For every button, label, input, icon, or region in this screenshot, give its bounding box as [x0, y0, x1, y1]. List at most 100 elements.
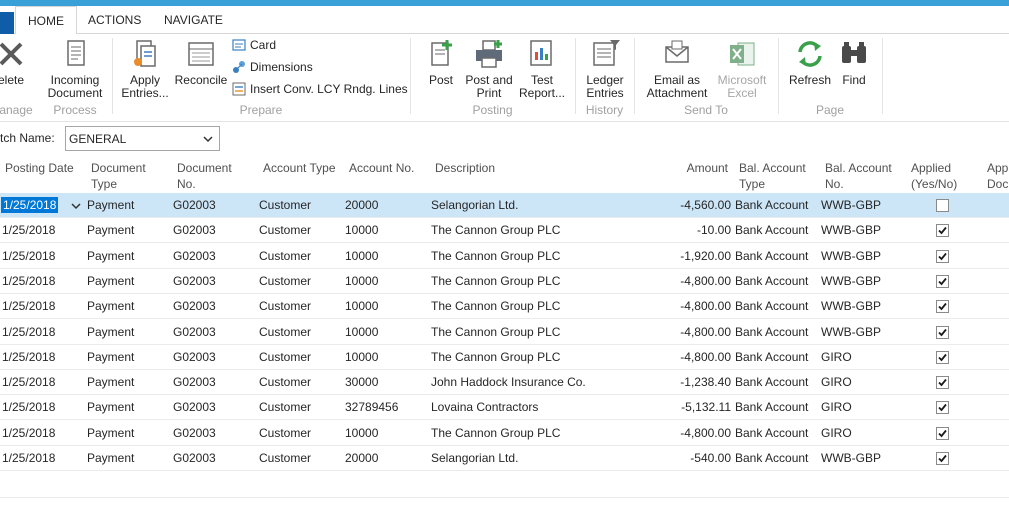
cell-account-type[interactable]: Customer [259, 426, 311, 440]
cell-bal-account-no[interactable]: WWB-GBP [821, 223, 881, 237]
cell-bal-account-type[interactable]: Bank Account [735, 325, 808, 339]
cell-bal-account-type[interactable]: Bank Account [735, 274, 808, 288]
column-header-bal-account-type[interactable]: Bal. Account Type [739, 160, 806, 192]
cell-document-no[interactable]: G02003 [173, 198, 216, 212]
cell-account-no[interactable]: 10000 [345, 350, 378, 364]
cell-amount[interactable]: -4,800.00 [630, 299, 731, 313]
cell-amount[interactable]: -1,920.00 [630, 249, 731, 263]
cell-amount[interactable]: -4,800.00 [630, 274, 731, 288]
cell-amount[interactable]: -4,800.00 [630, 426, 731, 440]
cell-bal-account-type[interactable]: Bank Account [735, 223, 808, 237]
cell-bal-account-no[interactable]: WWB-GBP [821, 198, 881, 212]
cell-document-no[interactable]: G02003 [173, 249, 216, 263]
table-row[interactable]: 1/25/2018 Payment G02003 Customer 10000 The C… [0, 294, 1009, 320]
applied-checkbox[interactable] [936, 452, 949, 465]
cell-account-type[interactable]: Customer [259, 198, 311, 212]
column-header-applied[interactable]: Applied (Yes/No) [911, 160, 957, 192]
tab-navigate[interactable]: NAVIGATE [152, 6, 235, 34]
table-row[interactable]: 1/25/2018 Payment G02003 Customer 10000 The C… [0, 320, 1009, 345]
cell-account-type[interactable]: Customer [259, 325, 311, 339]
cell-amount[interactable]: -4,560.00 [630, 198, 731, 212]
cell-document-no[interactable]: G02003 [173, 299, 216, 313]
cell-posting-date[interactable]: 1/25/2018 [2, 325, 55, 339]
cell-document-type[interactable]: Payment [87, 426, 134, 440]
cell-account-type[interactable]: Customer [259, 451, 311, 465]
cell-bal-account-no[interactable]: WWB-GBP [821, 274, 881, 288]
cell-bal-account-no[interactable]: GIRO [821, 375, 852, 389]
table-row[interactable]: 1/25/2018 Payment G02003 Customer 20000 Selan… [0, 446, 1009, 471]
cell-description[interactable]: Lovaina Contractors [431, 400, 538, 414]
cell-account-type[interactable]: Customer [259, 223, 311, 237]
cell-bal-account-no[interactable]: WWB-GBP [821, 299, 881, 313]
table-row[interactable]: 1/25/2018 Payment G02003 Customer 10000 The C… [0, 218, 1009, 244]
ledger-entries-button[interactable]: Ledger Entries [582, 38, 628, 100]
cell-document-type[interactable]: Payment [87, 451, 134, 465]
table-row[interactable]: 1/25/2018 Payment G02003 Customer 10000 The C… [0, 421, 1009, 446]
cell-bal-account-type[interactable]: Bank Account [735, 426, 808, 440]
cell-posting-date[interactable]: 1/25/2018 [2, 274, 55, 288]
cell-description[interactable]: The Cannon Group PLC [431, 223, 560, 237]
cell-document-no[interactable]: G02003 [173, 375, 216, 389]
column-header-document-type[interactable]: Document Type [91, 160, 146, 192]
column-header-document-no[interactable]: Document No. [177, 160, 232, 192]
reconcile-button[interactable]: Reconcile [173, 38, 229, 87]
cell-account-type[interactable]: Customer [259, 274, 311, 288]
cell-document-type[interactable]: Payment [87, 350, 134, 364]
cell-posting-date[interactable]: 1/25/2018 [2, 223, 55, 237]
test-report-button[interactable]: Test Report... [518, 38, 566, 100]
cell-amount[interactable]: -10.00 [630, 223, 731, 237]
post-button[interactable]: Post [423, 38, 459, 87]
cell-posting-date[interactable]: 1/25/2018 [2, 451, 55, 465]
cell-amount[interactable]: -5,132.11 [630, 400, 731, 414]
cell-posting-date[interactable]: 1/25/2018 [2, 249, 55, 263]
cell-description[interactable]: The Cannon Group PLC [431, 249, 560, 263]
applied-checkbox[interactable] [936, 274, 949, 288]
table-row[interactable]: 1/25/2018 Payment G02003 Customer 10000 The C… [0, 269, 1009, 294]
post-and-print-button[interactable]: Post and Print [464, 38, 514, 100]
cell-description[interactable]: John Haddock Insurance Co. [431, 375, 586, 389]
cell-document-no[interactable]: G02003 [173, 325, 216, 339]
cell-account-no[interactable]: 30000 [345, 375, 378, 389]
cell-bal-account-no[interactable]: GIRO [821, 400, 852, 414]
cell-document-type[interactable]: Payment [87, 198, 134, 212]
cell-bal-account-no[interactable]: GIRO [821, 426, 852, 440]
card-button[interactable]: Card [232, 35, 276, 55]
insert-conv-lcy-rndg-lines-button[interactable]: Insert Conv. LCY Rndg. Lines [232, 79, 408, 99]
cell-document-type[interactable]: Payment [87, 375, 134, 389]
cell-amount[interactable]: -540.00 [630, 451, 731, 465]
cell-account-no[interactable]: 10000 [345, 325, 378, 339]
cell-bal-account-type[interactable]: Bank Account [735, 350, 808, 364]
batch-name-select[interactable]: GENERAL [65, 126, 220, 151]
cell-bal-account-type[interactable]: Bank Account [735, 198, 808, 212]
cell-posting-date[interactable]: 1/25/2018 [1, 197, 59, 213]
incoming-document-button[interactable]: Incoming Document [44, 38, 106, 100]
refresh-button[interactable]: Refresh [786, 38, 834, 87]
cell-document-type[interactable]: Payment [87, 400, 134, 414]
cell-account-no[interactable]: 10000 [345, 426, 378, 440]
apply-entries-button[interactable]: Apply Entries... [120, 38, 170, 100]
applied-checkbox[interactable] [936, 300, 949, 314]
cell-account-type[interactable]: Customer [259, 299, 311, 313]
cell-account-no[interactable]: 10000 [345, 223, 378, 237]
delete-button[interactable]: elete [0, 38, 28, 87]
cell-document-no[interactable]: G02003 [173, 350, 216, 364]
cell-description[interactable]: The Cannon Group PLC [431, 274, 560, 288]
cell-document-type[interactable]: Payment [87, 325, 134, 339]
tab-actions[interactable]: ACTIONS [76, 6, 153, 34]
cell-account-type[interactable]: Customer [259, 350, 311, 364]
dimensions-button[interactable]: Dimensions [232, 57, 313, 77]
cell-posting-date[interactable]: 1/25/2018 [2, 400, 55, 414]
cell-account-no[interactable]: 10000 [345, 274, 378, 288]
cell-description[interactable]: Selangorian Ltd. [431, 198, 518, 212]
column-header-bal-account-no[interactable]: Bal. Account No. [825, 160, 892, 192]
cell-posting-date[interactable]: 1/25/2018 [2, 426, 55, 440]
cell-document-type[interactable]: Payment [87, 223, 134, 237]
cell-document-no[interactable]: G02003 [173, 223, 216, 237]
cell-document-no[interactable]: G02003 [173, 426, 216, 440]
cell-bal-account-type[interactable]: Bank Account [735, 375, 808, 389]
cell-posting-date[interactable]: 1/25/2018 [2, 350, 55, 364]
cell-account-no[interactable]: 10000 [345, 299, 378, 313]
table-row[interactable]: 1/25/2018 Payment G02003 Customer 30000 John … [0, 370, 1009, 396]
microsoft-excel-button[interactable]: Microsoft Excel [713, 38, 771, 100]
cell-bal-account-type[interactable]: Bank Account [735, 451, 808, 465]
